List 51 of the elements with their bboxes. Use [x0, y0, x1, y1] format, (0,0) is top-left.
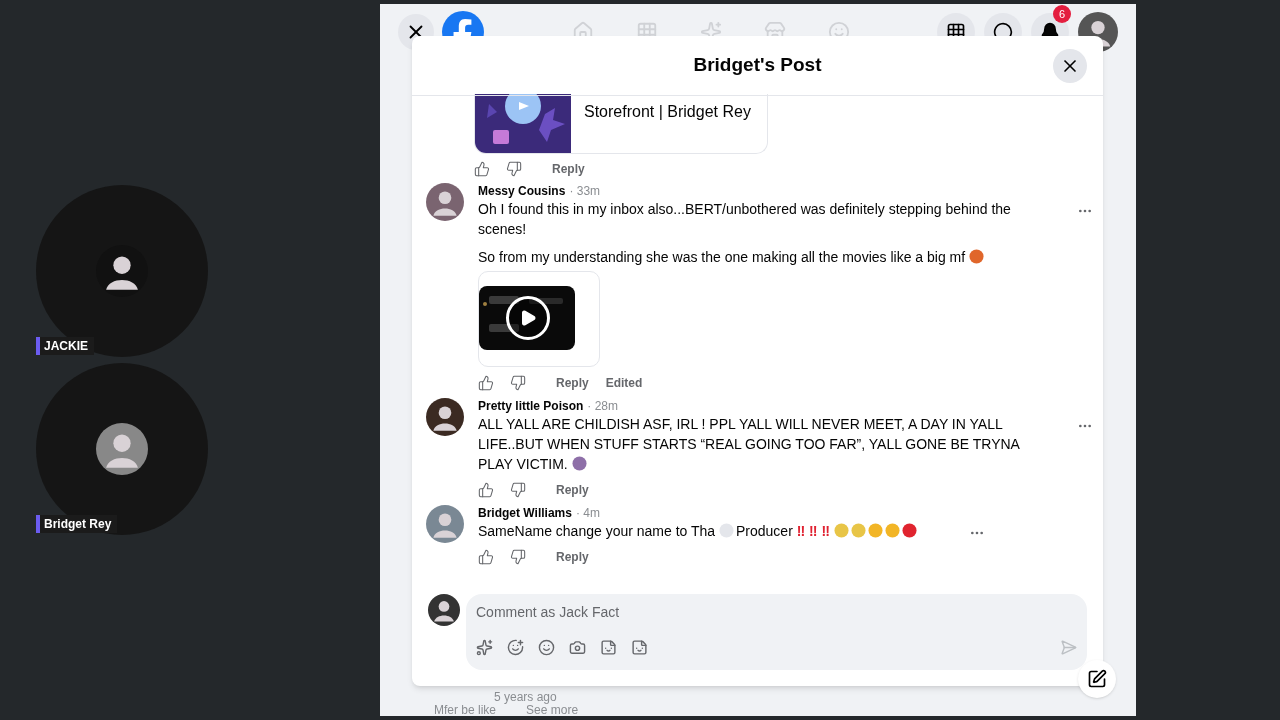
play-icon — [519, 309, 537, 327]
post-time: 5 years ago — [494, 689, 557, 705]
like-icon[interactable] — [478, 549, 494, 565]
sticker-icon[interactable] — [631, 639, 648, 656]
reply-link[interactable]: Reply — [552, 160, 585, 178]
dialog-title: Bridget's Post — [693, 53, 822, 78]
comment-text: SameName change your name to Tha — [478, 523, 717, 539]
link-preview[interactable]: Storefront | Bridget Rey — [474, 94, 768, 154]
comment-text: ALL YALL ARE CHILDISH ASF, IRL ! PPL YALL WILL NEVER MEET, A DAY IN YALL LIFE..BUT WHEN STUFF STARTS “REAL GOING TOO FAR”, YALL GONE BE TRYNA PLAY VICTIM. — [478, 416, 1020, 472]
exclamation-marks: ‼ ‼ ‼ — [796, 523, 831, 539]
reply-link[interactable]: Reply — [556, 374, 589, 392]
reply-link[interactable]: Reply — [556, 548, 589, 566]
edited-label: Edited — [605, 375, 643, 392]
reply-link[interactable]: Reply — [556, 481, 589, 499]
comment-text: Producer — [736, 523, 794, 539]
like-icon[interactable] — [478, 482, 494, 498]
like-icon[interactable] — [478, 375, 494, 391]
speaker-avatar — [96, 423, 148, 475]
post-text: Mfer be like — [434, 702, 497, 719]
avatar-icon — [426, 183, 464, 221]
comment-author[interactable]: Bridget Williams — [478, 505, 572, 521]
comment-text: Oh I found this in my inbox also...BERT/unbothered was definitely stepping behind the scenes! — [478, 201, 1011, 237]
speaker-name: Bridget Rey — [36, 515, 118, 533]
speaker-name: JACKIE — [36, 337, 94, 355]
dislike-icon[interactable] — [510, 482, 526, 498]
link-title: Storefront | Bridget Rey — [584, 102, 751, 122]
camera-icon[interactable] — [569, 639, 586, 656]
new-message-button[interactable] — [1078, 660, 1116, 698]
dislike-icon[interactable] — [510, 375, 526, 391]
comment-field[interactable]: Comment as Jack Fact — [466, 594, 1087, 670]
avatar-icon — [426, 398, 464, 436]
dislike-icon[interactable] — [510, 549, 526, 565]
comment-time: · 28m — [587, 398, 619, 414]
avatar-sticker-icon[interactable] — [476, 639, 493, 656]
comment-input[interactable]: Comment as Jack Fact — [476, 602, 1077, 623]
close-button[interactable] — [1053, 48, 1087, 83]
avatar-icon — [426, 505, 464, 543]
comment-time: · 4m — [575, 505, 600, 521]
comment-time: · 33m — [569, 183, 601, 199]
comment-author[interactable]: Messy Cousins — [478, 183, 566, 199]
comment-author[interactable]: Pretty little Poison — [478, 398, 584, 414]
dislike-icon[interactable] — [506, 161, 522, 177]
emoji-face-icon[interactable] — [507, 639, 524, 656]
video-card[interactable] — [478, 271, 600, 367]
emoji-icon[interactable] — [538, 639, 555, 656]
comment-text: So from my understanding she was the one making all the movies like a big mf — [478, 249, 967, 265]
edit-icon — [1087, 669, 1107, 689]
like-icon[interactable] — [474, 161, 490, 177]
notification-badge: 6 — [1053, 5, 1071, 23]
play-button[interactable] — [506, 296, 550, 340]
user-avatar — [428, 594, 460, 626]
